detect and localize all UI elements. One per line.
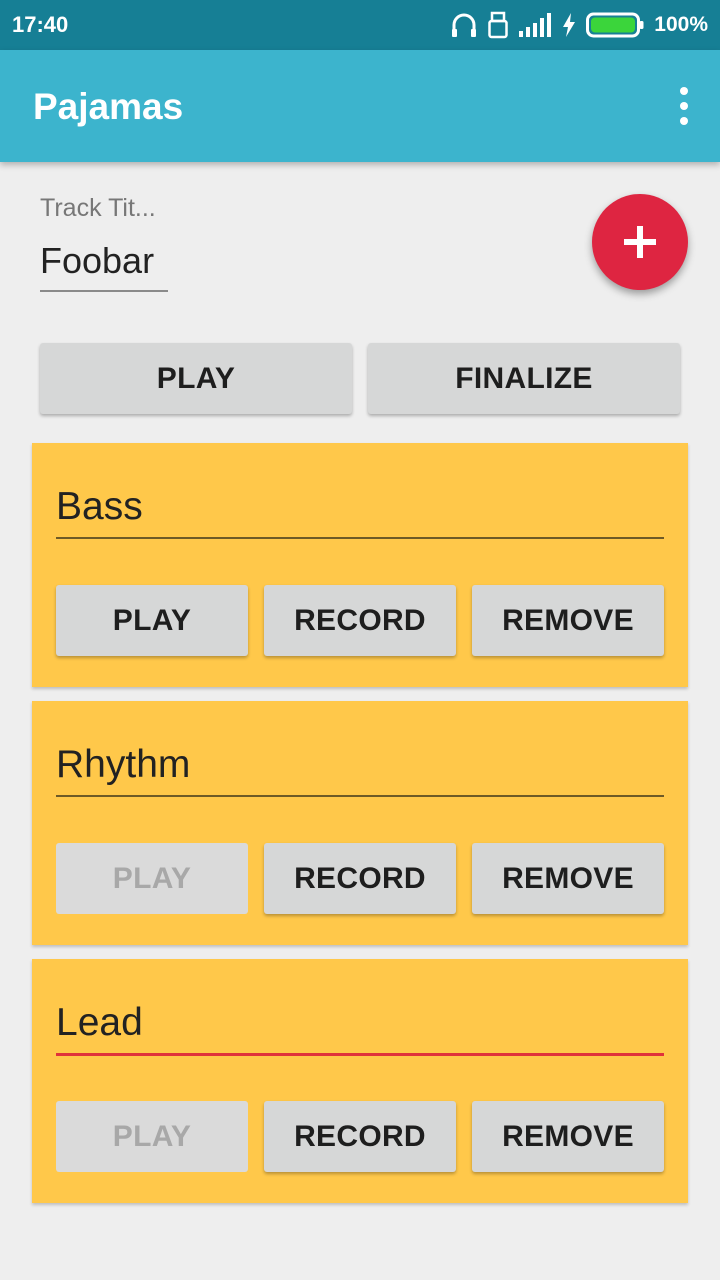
layer-name-input[interactable]: Bass — [56, 485, 664, 539]
usb-lock-icon — [488, 11, 509, 39]
charging-icon — [562, 13, 576, 37]
track-title-label: Track Tit... — [40, 194, 156, 222]
layer-remove-button[interactable]: REMOVE — [472, 1101, 664, 1172]
track-title-field[interactable]: Track Tit... Foobar — [40, 194, 168, 292]
app-title: Pajamas — [33, 86, 184, 127]
layer-card-bass: Bass PLAY RECORD REMOVE — [32, 443, 688, 687]
layer-record-button[interactable]: RECORD — [264, 843, 456, 914]
layer-card-lead: Lead PLAY RECORD REMOVE — [32, 959, 688, 1203]
play-track-button[interactable]: PLAY — [40, 343, 352, 414]
layer-record-button[interactable]: RECORD — [264, 1101, 456, 1172]
add-layer-button[interactable] — [592, 194, 688, 290]
finalize-button[interactable]: FINALIZE — [368, 343, 680, 414]
layer-play-button[interactable]: PLAY — [56, 585, 248, 656]
status-time: 17:40 — [12, 12, 69, 37]
layer-card-rhythm: Rhythm PLAY RECORD REMOVE — [32, 701, 688, 945]
status-bar: 17:40 100% — [0, 0, 720, 50]
more-vert-icon[interactable] — [668, 82, 700, 130]
layer-name-input[interactable]: Rhythm — [56, 743, 664, 797]
plus-icon — [624, 226, 656, 258]
battery-percent: 100% — [654, 13, 708, 36]
layer-play-button[interactable]: PLAY — [56, 843, 248, 914]
track-title-input[interactable]: Foobar — [40, 240, 168, 292]
layer-remove-button[interactable]: REMOVE — [472, 843, 664, 914]
layer-name-input[interactable]: Lead — [56, 1001, 664, 1056]
layer-remove-button[interactable]: REMOVE — [472, 585, 664, 656]
layer-play-button[interactable]: PLAY — [56, 1101, 248, 1172]
app-bar: Pajamas — [0, 50, 720, 162]
status-icons: 100% — [450, 9, 708, 41]
layer-record-button[interactable]: RECORD — [264, 585, 456, 656]
signal-icon — [518, 13, 552, 37]
headphones-icon — [450, 11, 478, 39]
battery-icon — [586, 12, 644, 38]
